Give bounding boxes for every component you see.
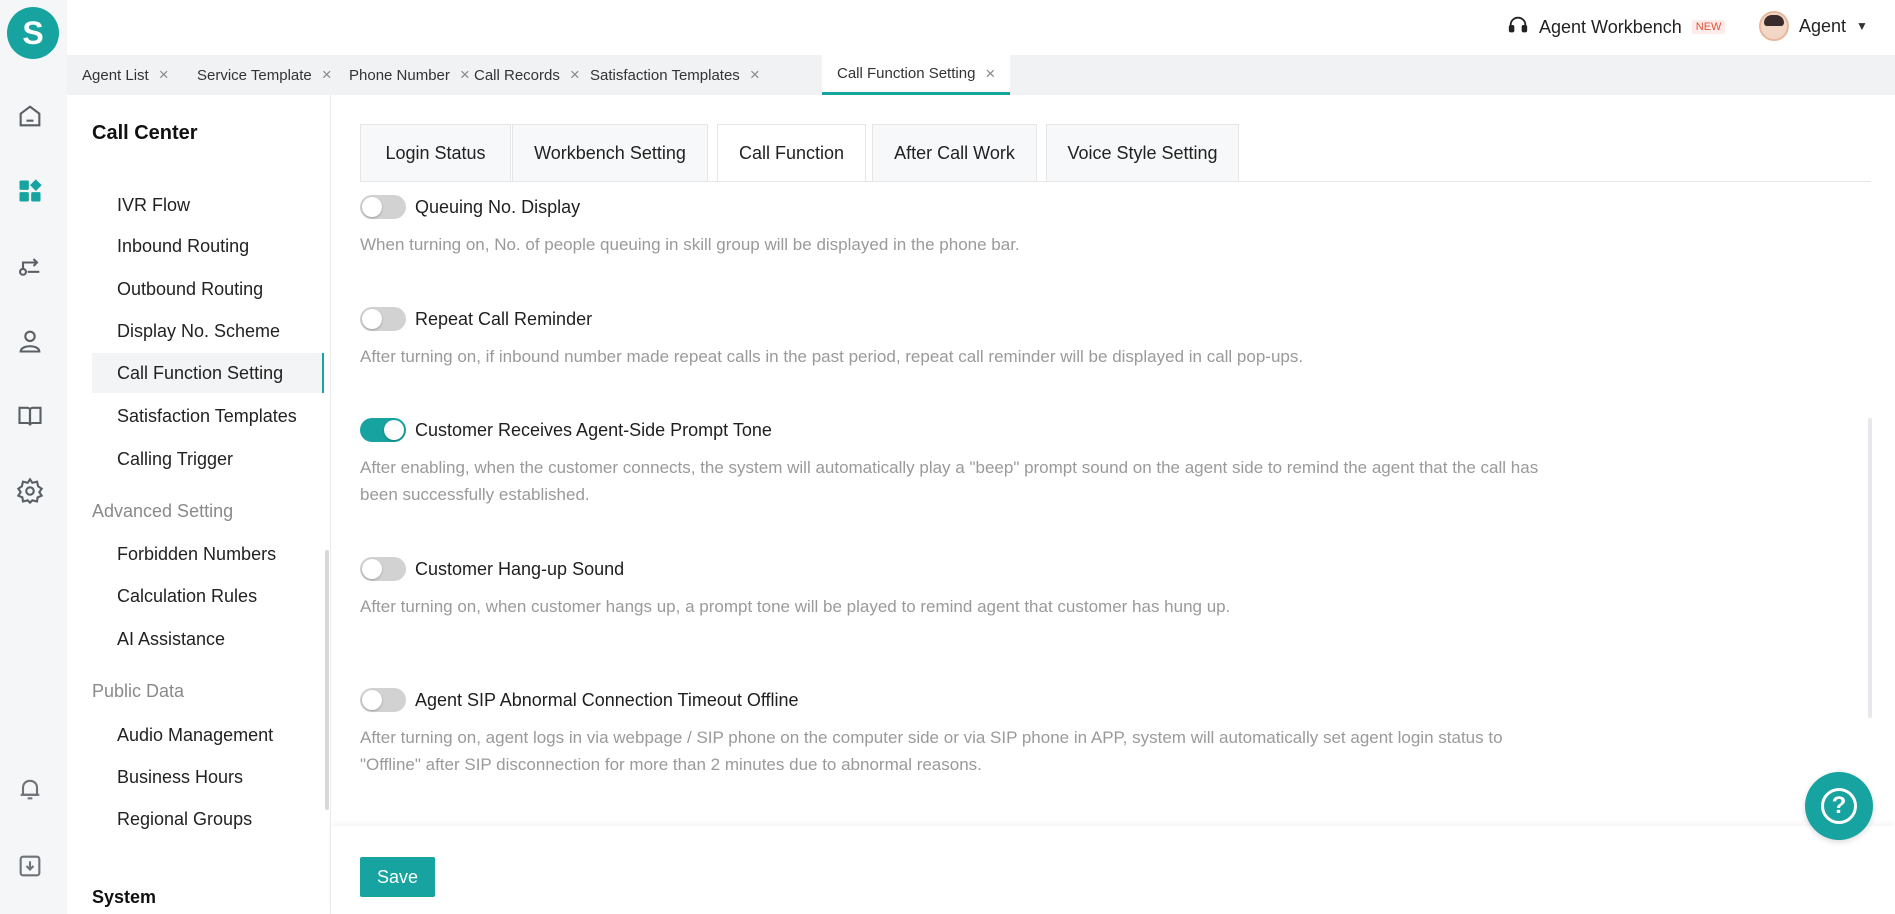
main-scrollbar[interactable] bbox=[1868, 418, 1872, 718]
sidebar-item-display-no-scheme[interactable]: Display No. Scheme bbox=[92, 311, 324, 351]
tab-label: Phone Number bbox=[349, 66, 450, 84]
tab-label: Agent List bbox=[82, 66, 149, 84]
sidebar-group-public-data[interactable]: Public Data bbox=[92, 681, 184, 702]
bell-icon[interactable] bbox=[14, 773, 46, 805]
user-menu[interactable]: Agent ▼ bbox=[1759, 10, 1868, 42]
setting-repeat-call-reminder: Repeat Call Reminder After turning on, i… bbox=[360, 307, 1660, 370]
routing-icon[interactable] bbox=[14, 250, 46, 282]
setting-queuing-no-display: Queuing No. Display When turning on, No.… bbox=[360, 195, 1660, 258]
sidebar-item-outbound-routing[interactable]: Outbound Routing bbox=[92, 269, 324, 309]
help-button[interactable]: ? bbox=[1805, 772, 1873, 840]
top-bar: Agent Workbench NEW Agent ▼ bbox=[67, 0, 1895, 55]
tab-agent-list[interactable]: Agent List × bbox=[67, 55, 184, 95]
setting-description: After turning on, agent logs in via webp… bbox=[360, 728, 1503, 774]
tab-login-status[interactable]: Login Status bbox=[360, 124, 511, 182]
workbench-label: Agent Workbench bbox=[1539, 16, 1682, 37]
download-icon[interactable] bbox=[14, 850, 46, 882]
setting-title: Repeat Call Reminder bbox=[415, 308, 593, 329]
sidebar-group-advanced-setting[interactable]: Advanced Setting bbox=[92, 501, 233, 522]
agent-side-prompt-tone-toggle[interactable] bbox=[360, 418, 406, 442]
setting-customer-hang-up-sound: Customer Hang-up Sound After turning on,… bbox=[360, 557, 1660, 620]
tab-label: Call Records bbox=[474, 66, 560, 84]
settings-icon[interactable] bbox=[14, 475, 46, 507]
sip-timeout-offline-toggle[interactable] bbox=[360, 688, 406, 712]
tab-call-function[interactable]: Call Function bbox=[717, 124, 866, 182]
sidebar-item-satisfaction-templates[interactable]: Satisfaction Templates bbox=[92, 396, 324, 436]
tab-after-call-work[interactable]: After Call Work bbox=[872, 124, 1037, 182]
save-button[interactable]: Save bbox=[360, 857, 435, 897]
new-badge: NEW bbox=[1691, 20, 1726, 34]
sidebar-item-calling-trigger[interactable]: Calling Trigger bbox=[92, 439, 324, 479]
open-tabs-bar: Agent List × Service Template × Phone Numb… bbox=[67, 55, 1895, 95]
tab-satisfaction-templates[interactable]: Satisfaction Templates × bbox=[575, 55, 775, 95]
sidebar-item-ivr-flow[interactable]: IVR Flow bbox=[92, 185, 324, 225]
avatar bbox=[1759, 11, 1789, 41]
close-icon[interactable]: × bbox=[750, 65, 760, 85]
tab-voice-style-setting[interactable]: Voice Style Setting bbox=[1046, 124, 1239, 182]
setting-title: Customer Receives Agent-Side Prompt Tone bbox=[415, 419, 772, 440]
home-icon[interactable] bbox=[14, 100, 46, 132]
setting-description: When turning on, No. of people queuing i… bbox=[360, 235, 1020, 254]
sidebar: Call Center IVR Flow Inbound Routing Out… bbox=[67, 95, 330, 914]
sidebar-system-title[interactable]: System bbox=[92, 887, 156, 908]
book-icon[interactable] bbox=[14, 400, 46, 432]
help-icon: ? bbox=[1821, 788, 1857, 824]
customer-hang-up-sound-toggle[interactable] bbox=[360, 557, 406, 581]
tab-label: Service Template bbox=[197, 66, 312, 84]
sidebar-item-calculation-rules[interactable]: Calculation Rules bbox=[92, 576, 324, 616]
queuing-no-display-toggle[interactable] bbox=[360, 195, 406, 219]
main-content: Login Status Workbench Setting Call Func… bbox=[330, 95, 1895, 914]
repeat-call-reminder-toggle[interactable] bbox=[360, 307, 406, 331]
setting-title: Queuing No. Display bbox=[415, 196, 581, 217]
tab-workbench-setting[interactable]: Workbench Setting bbox=[512, 124, 708, 182]
user-name: Agent bbox=[1799, 15, 1847, 36]
sidebar-item-call-function-setting[interactable]: Call Function Setting bbox=[92, 353, 324, 393]
sidebar-item-forbidden-numbers[interactable]: Forbidden Numbers bbox=[92, 534, 324, 574]
close-icon[interactable]: × bbox=[985, 64, 995, 84]
setting-description: After turning on, if inbound number made… bbox=[360, 347, 1304, 366]
sidebar-item-audio-management[interactable]: Audio Management bbox=[92, 715, 324, 755]
sidebar-item-inbound-routing[interactable]: Inbound Routing bbox=[92, 226, 324, 266]
agent-icon[interactable] bbox=[14, 325, 46, 357]
tab-service-template[interactable]: Service Template × bbox=[182, 55, 347, 95]
setting-title: Customer Hang-up Sound bbox=[415, 558, 625, 579]
close-icon[interactable]: × bbox=[322, 65, 332, 85]
close-icon[interactable]: × bbox=[159, 65, 169, 85]
sidebar-scrollbar[interactable] bbox=[325, 550, 329, 810]
agent-workbench-link[interactable]: Agent Workbench NEW bbox=[1507, 14, 1726, 41]
setting-description: After turning on, when customer hangs up… bbox=[360, 597, 1231, 616]
caret-down-icon: ▼ bbox=[1856, 19, 1868, 33]
headset-icon bbox=[1507, 14, 1529, 41]
sidebar-title: Call Center bbox=[92, 122, 198, 144]
tab-underline bbox=[360, 181, 1871, 182]
app-logo[interactable]: S bbox=[7, 7, 59, 59]
setting-sip-timeout-offline: Agent SIP Abnormal Connection Timeout Of… bbox=[360, 688, 1660, 778]
tab-call-function-setting[interactable]: Call Function Setting × bbox=[822, 55, 1011, 95]
sidebar-item-ai-assistance[interactable]: AI Assistance bbox=[92, 619, 324, 659]
tab-label: Satisfaction Templates bbox=[590, 66, 740, 84]
dashboard-icon[interactable] bbox=[14, 175, 46, 207]
setting-title: Agent SIP Abnormal Connection Timeout Of… bbox=[415, 689, 799, 710]
tab-label: Call Function Setting bbox=[837, 65, 976, 82]
footer-bar: Save bbox=[331, 826, 1895, 914]
sidebar-item-regional-groups[interactable]: Regional Groups bbox=[92, 799, 324, 839]
sidebar-item-business-hours[interactable]: Business Hours bbox=[92, 757, 324, 797]
setting-agent-side-prompt-tone: Customer Receives Agent-Side Prompt Tone… bbox=[360, 418, 1660, 508]
setting-description: After enabling, when the customer connec… bbox=[360, 458, 1539, 504]
nav-rail: S bbox=[0, 0, 67, 914]
